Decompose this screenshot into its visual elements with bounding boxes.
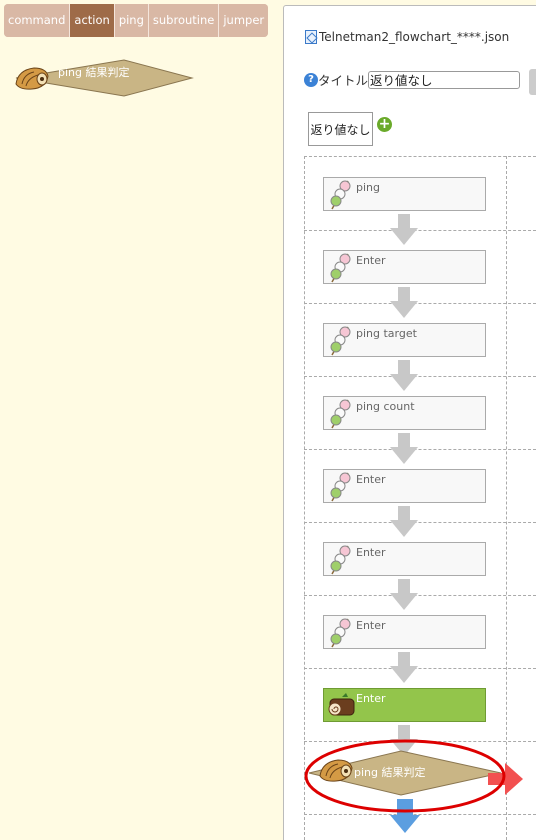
palette-ping-result-item[interactable]: ping 結果判定	[8, 58, 198, 98]
title-row: ? タイトル	[304, 70, 521, 89]
json-file-icon	[305, 30, 317, 44]
palette-item-label: ping 結果判定	[58, 66, 130, 79]
tab-jumper[interactable]: jumper	[219, 4, 269, 37]
grid-line	[304, 595, 536, 596]
grid-line	[304, 156, 536, 157]
flow-node-label: Enter	[356, 619, 386, 632]
flow-node-label: Enter	[356, 546, 386, 559]
dango-icon	[330, 180, 351, 210]
title-label: タイトル	[318, 73, 369, 88]
dango-icon	[330, 472, 351, 502]
flow-node-label: ping target	[356, 327, 417, 340]
shell-icon	[15, 67, 49, 90]
grid-line	[304, 376, 536, 377]
flow-node-enter[interactable]: Enter	[323, 615, 486, 649]
grid-line	[304, 303, 536, 304]
flow-node-enter[interactable]: Enter	[323, 469, 486, 503]
down-arrow-icon	[390, 579, 418, 610]
down-arrow-icon	[390, 652, 418, 683]
flow-node-ping-count[interactable]: ping count	[323, 396, 486, 430]
filename-row: Telnetman2_flowchart_****.json	[305, 30, 509, 44]
tab-subroutine[interactable]: subroutine	[148, 4, 220, 37]
grid-line	[304, 522, 536, 523]
flow-node-label: ping	[356, 181, 380, 194]
down-arrow-icon	[390, 433, 418, 464]
flow-node-label: Enter	[356, 473, 386, 486]
grid-line	[304, 230, 536, 231]
title-input[interactable]	[368, 70, 521, 89]
flow-node-ping[interactable]: ping	[323, 177, 486, 211]
dango-icon	[330, 545, 351, 575]
flow-node-label: Enter	[356, 254, 386, 267]
title-side-button[interactable]	[529, 69, 536, 95]
filename-text: Telnetman2_flowchart_****.json	[319, 30, 510, 44]
grid-line	[304, 814, 536, 815]
tab-ping[interactable]: ping	[114, 4, 149, 37]
down-arrow-icon	[390, 506, 418, 537]
flow-node-enter[interactable]: Enter	[323, 542, 486, 576]
dango-icon	[330, 253, 351, 283]
tab-action[interactable]: action	[70, 4, 115, 37]
grid-line	[304, 668, 536, 669]
tab-command[interactable]: command	[4, 4, 71, 37]
help-icon[interactable]: ?	[304, 72, 318, 87]
down-arrow-icon	[390, 360, 418, 391]
down-arrow-icon	[390, 214, 418, 245]
grid-line	[304, 449, 536, 450]
flow-node-ping-target[interactable]: ping target	[323, 323, 486, 357]
palette-tabs: command action ping subroutine jumper	[4, 4, 269, 37]
dango-icon	[330, 618, 351, 648]
add-return-value-icon[interactable]: +	[377, 117, 392, 132]
flow-node-label: ping count	[356, 400, 415, 413]
return-value-box[interactable]: 返り値なし	[308, 112, 373, 146]
down-arrow-icon	[390, 287, 418, 318]
dango-icon	[330, 399, 351, 429]
flow-node-enter-selected[interactable]: Enter	[323, 688, 486, 722]
highlight-ellipse	[304, 739, 506, 813]
roll-cake-icon	[328, 693, 355, 716]
dango-icon	[330, 326, 351, 356]
flow-node-enter[interactable]: Enter	[323, 250, 486, 284]
flow-node-label: Enter	[356, 692, 386, 705]
